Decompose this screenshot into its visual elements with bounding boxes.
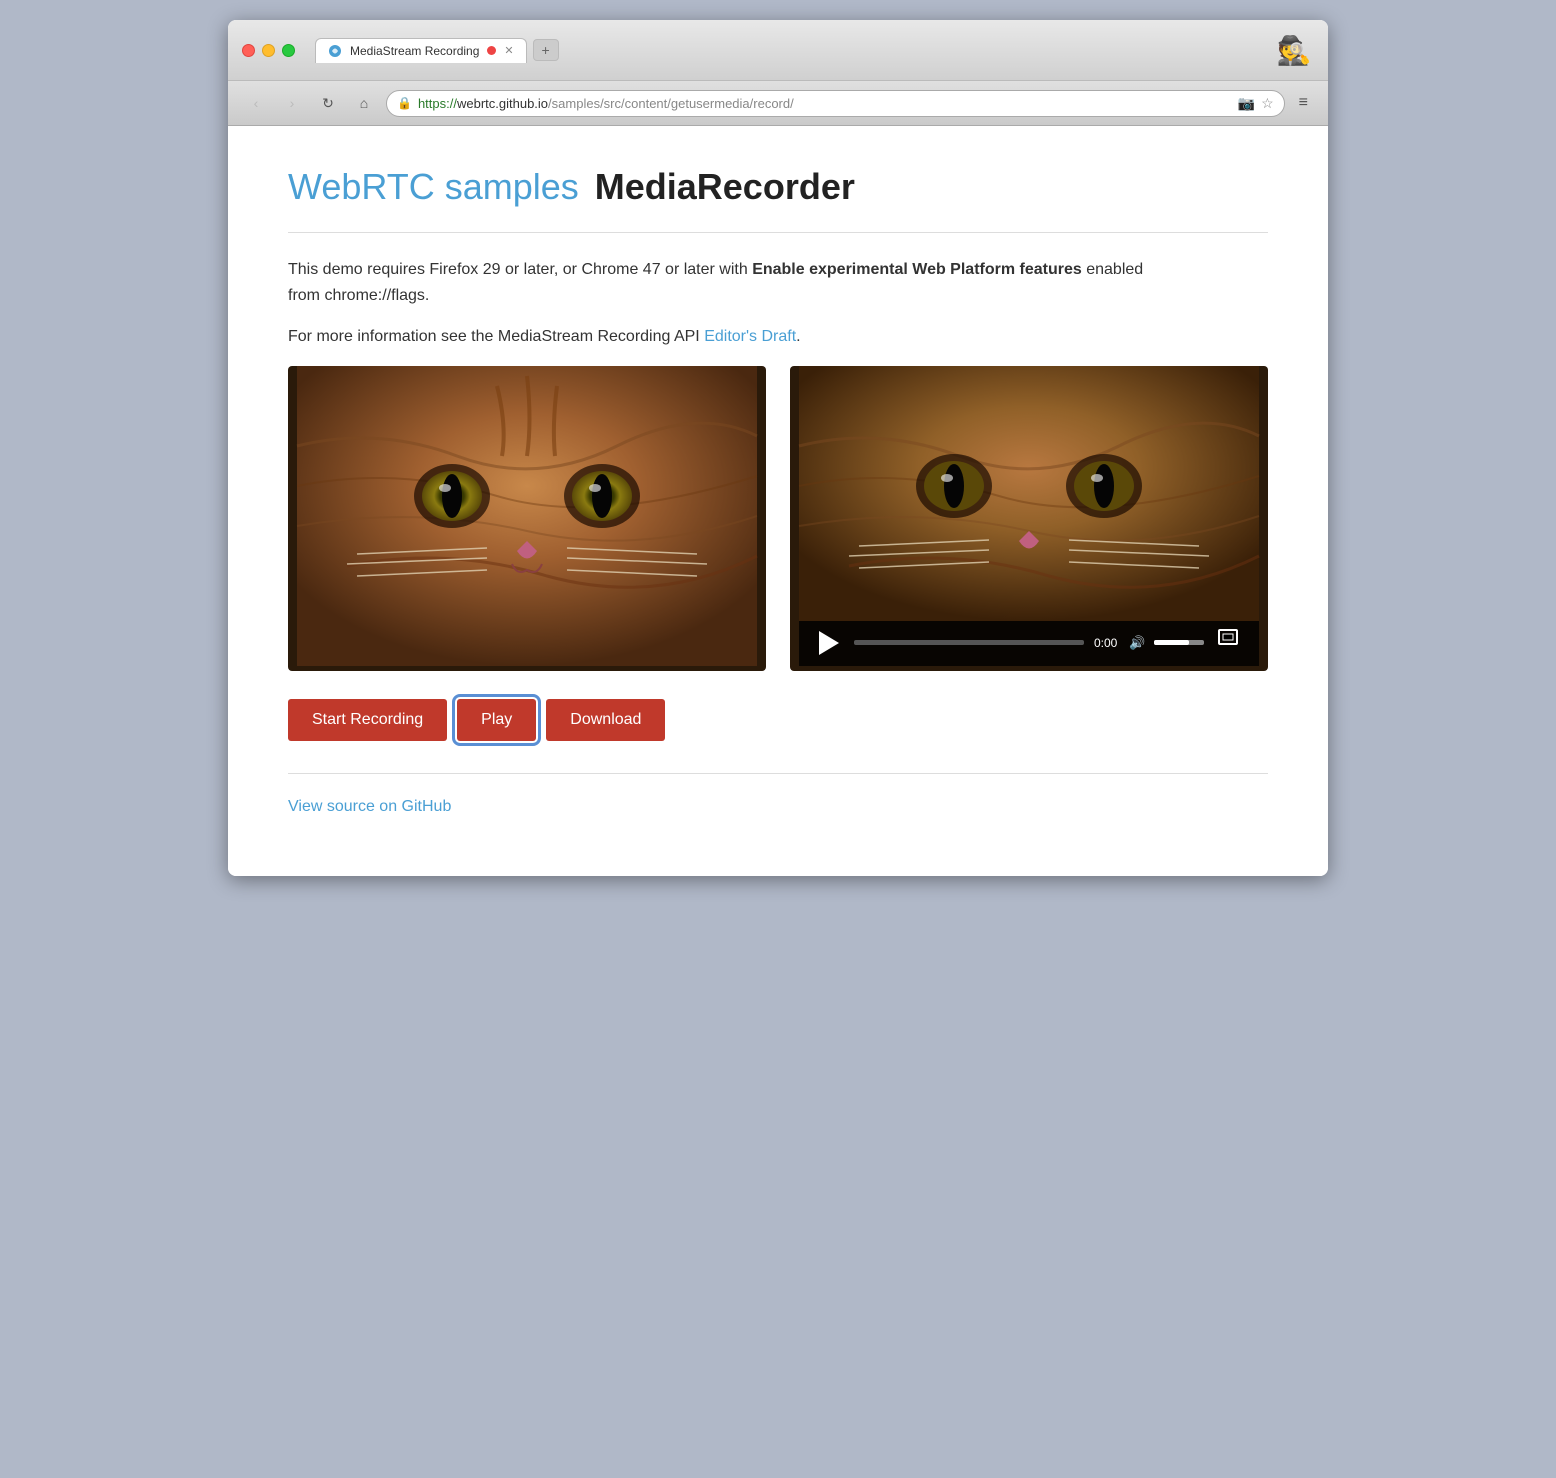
play-button[interactable]: Play: [457, 699, 536, 741]
address-bar[interactable]: 🔒 https://webrtc.github.io/samples/src/c…: [386, 90, 1285, 117]
description-2: For more information see the MediaStream…: [288, 324, 1148, 350]
svg-text:🔊: 🔊: [1129, 634, 1145, 651]
page-content: WebRTC samples MediaRecorder This demo r…: [228, 126, 1328, 876]
new-tab-button[interactable]: +: [533, 39, 559, 61]
description-1: This demo requires Firefox 29 or later, …: [288, 257, 1148, 308]
start-recording-button[interactable]: Start Recording: [288, 699, 447, 741]
desc2-plain: For more information see the MediaStream…: [288, 328, 704, 345]
url-protocol: https://: [418, 96, 457, 111]
tab-close-icon[interactable]: ✕: [504, 44, 513, 57]
header-divider: [288, 232, 1268, 233]
camera-icon[interactable]: 📷: [1238, 95, 1255, 112]
site-title: WebRTC samples: [288, 166, 579, 208]
menu-button[interactable]: ≡: [1293, 90, 1314, 116]
url-domain-text: webrtc.github.io: [457, 96, 548, 111]
ssl-icon: 🔒: [397, 96, 412, 110]
recording-indicator: [487, 46, 496, 55]
recorded-video: 0:00 🔊: [790, 366, 1268, 666]
page-title: MediaRecorder: [595, 166, 855, 208]
tab-favicon: [328, 44, 342, 58]
svg-text:0:00: 0:00: [1094, 636, 1118, 650]
nav-bar: ‹ › ↻ ⌂ 🔒 https://webrtc.github.io/sampl…: [228, 81, 1328, 126]
recorded-video-container: 0:00 🔊: [790, 366, 1268, 671]
video-row: 0:00 🔊: [288, 366, 1268, 671]
bookmark-star-icon[interactable]: ☆: [1261, 95, 1274, 112]
maximize-button[interactable]: [282, 44, 295, 57]
desc1-plain: This demo requires Firefox 29 or later, …: [288, 261, 752, 278]
desc2-end: .: [796, 328, 800, 345]
tab-bar: MediaStream Recording ✕ +: [315, 38, 1264, 63]
reload-button[interactable]: ↻: [314, 89, 342, 117]
live-video-container: [288, 366, 766, 671]
forward-button[interactable]: ›: [278, 89, 306, 117]
page-header: WebRTC samples MediaRecorder: [288, 166, 1268, 208]
desc1-bold: Enable experimental Web Platform feature…: [752, 261, 1082, 278]
url-domain: https://webrtc.github.io: [418, 96, 548, 111]
buttons-row: Start Recording Play Download: [288, 699, 1268, 741]
live-video: [288, 366, 766, 666]
active-tab[interactable]: MediaStream Recording ✕: [315, 38, 527, 63]
back-button[interactable]: ‹: [242, 89, 270, 117]
browser-window: MediaStream Recording ✕ + 🕵️ ‹ › ↻ ⌂ 🔒 h…: [228, 20, 1328, 876]
close-button[interactable]: [242, 44, 255, 57]
download-button[interactable]: Download: [546, 699, 665, 741]
spy-icon: 🕵️: [1274, 30, 1314, 70]
editors-draft-link[interactable]: Editor's Draft: [704, 328, 796, 345]
traffic-lights: [242, 44, 295, 57]
minimize-button[interactable]: [262, 44, 275, 57]
tab-title: MediaStream Recording: [350, 44, 479, 58]
title-bar: MediaStream Recording ✕ + 🕵️: [228, 20, 1328, 81]
github-link[interactable]: View source on GitHub: [288, 798, 451, 815]
home-button[interactable]: ⌂: [350, 89, 378, 117]
url-path: /samples/src/content/getusermedia/record…: [548, 96, 794, 111]
address-text: https://webrtc.github.io/samples/src/con…: [418, 96, 1232, 111]
footer-divider: [288, 773, 1268, 774]
